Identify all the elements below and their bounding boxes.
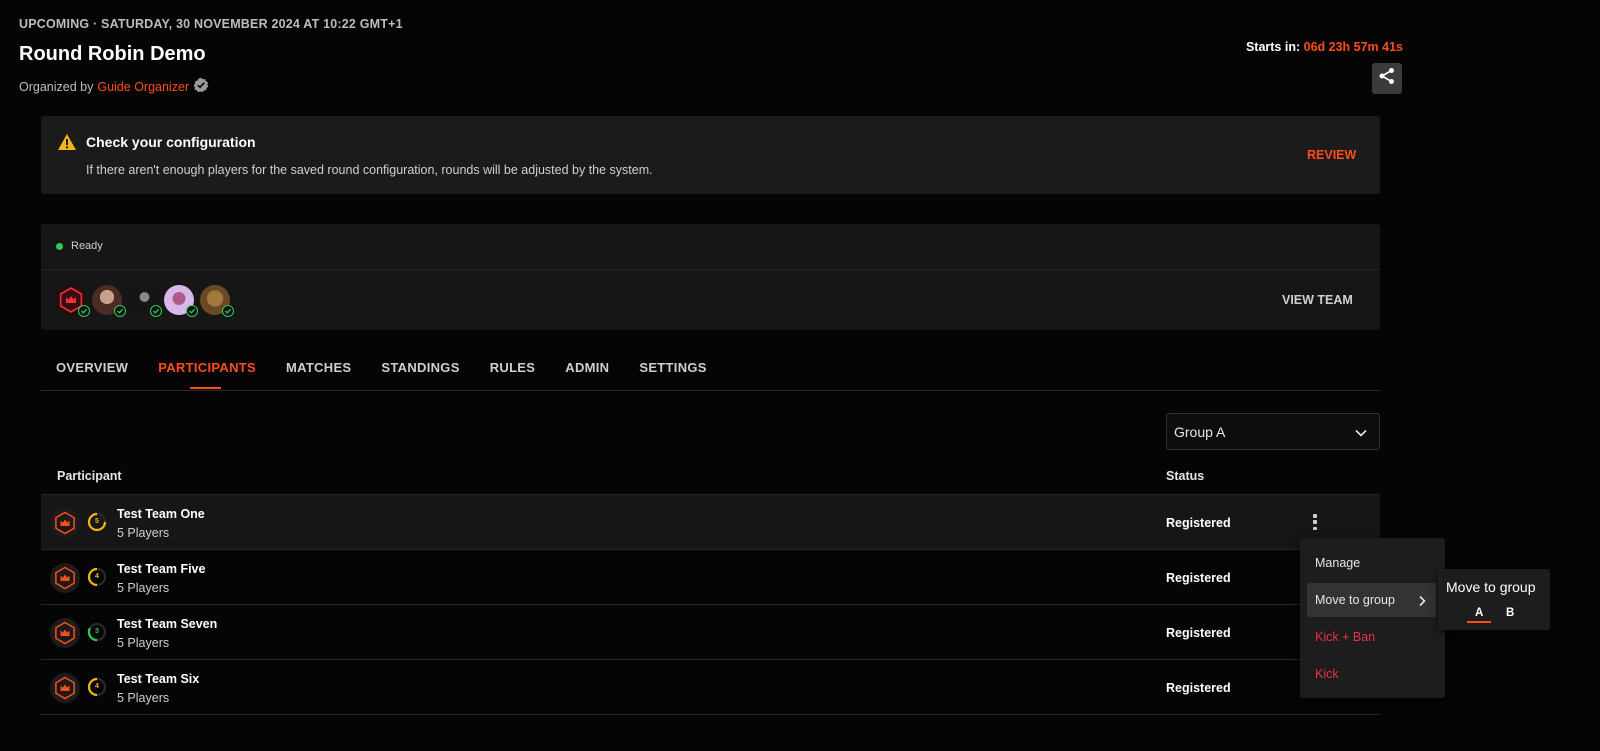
divider bbox=[41, 390, 1380, 391]
my-team-card bbox=[41, 224, 1380, 330]
rank-badge: 5 bbox=[87, 512, 107, 532]
tab-rules[interactable]: RULES bbox=[490, 360, 536, 375]
divider bbox=[41, 714, 1380, 715]
check-icon bbox=[114, 305, 126, 317]
player-avatar[interactable] bbox=[200, 285, 234, 317]
check-icon bbox=[78, 305, 90, 317]
group-option-b[interactable]: B bbox=[1506, 607, 1514, 619]
column-header-status[interactable]: Status bbox=[1166, 469, 1204, 483]
team-logo-icon bbox=[50, 563, 80, 593]
table-row[interactable]: 4 Test Team Six 5 Players Registered bbox=[41, 659, 1380, 714]
participant-status: Registered bbox=[1166, 571, 1231, 585]
participant-status: Registered bbox=[1166, 626, 1231, 640]
countdown-value: 06d 23h 57m 41s bbox=[1303, 40, 1403, 54]
team-logo-icon bbox=[50, 673, 80, 703]
active-tab-indicator bbox=[190, 387, 221, 389]
tab-settings[interactable]: SETTINGS bbox=[639, 360, 706, 375]
player-avatar[interactable] bbox=[164, 285, 198, 317]
check-icon bbox=[186, 305, 198, 317]
participant-players: 5 Players bbox=[117, 636, 170, 650]
selected-group-indicator bbox=[1467, 621, 1491, 623]
participant-players: 5 Players bbox=[117, 691, 170, 705]
tab-admin[interactable]: ADMIN bbox=[565, 360, 609, 375]
page-title: Round Robin Demo bbox=[19, 43, 206, 65]
organizer-link[interactable]: Guide Organizer bbox=[97, 80, 189, 94]
team-logo-icon bbox=[50, 508, 80, 538]
table-row[interactable]: 4 Test Team Five 5 Players Registered bbox=[41, 549, 1380, 604]
rank-value: 4 bbox=[95, 683, 99, 690]
alert-title: Check your configuration bbox=[86, 134, 256, 150]
group-select-value: Group A bbox=[1174, 423, 1226, 440]
menu-item-move-to-group[interactable]: Move to group bbox=[1315, 593, 1395, 607]
share-icon bbox=[1378, 67, 1396, 90]
organizer-line: Organized by Guide Organizer bbox=[19, 77, 209, 96]
move-to-group-submenu: Move to group A B bbox=[1438, 569, 1550, 630]
rank-badge: 3 bbox=[87, 622, 107, 642]
participant-name[interactable]: Test Team Seven bbox=[117, 617, 217, 631]
alert-text: If there aren't enough players for the s… bbox=[86, 163, 653, 177]
rank-value: 4 bbox=[95, 573, 99, 580]
group-select[interactable]: Group A bbox=[1166, 413, 1380, 450]
participant-players: 5 Players bbox=[117, 526, 170, 540]
organized-by-label: Organized by bbox=[19, 79, 94, 94]
starts-in-label: Starts in: bbox=[1245, 40, 1301, 54]
divider bbox=[41, 269, 1380, 270]
chevron-right-icon bbox=[1418, 594, 1426, 612]
participant-players: 5 Players bbox=[117, 581, 170, 595]
verified-icon bbox=[193, 77, 209, 96]
starts-in-countdown: Starts in: 06d 23h 57m 41s bbox=[1246, 40, 1403, 54]
participant-name[interactable]: Test Team Six bbox=[117, 672, 199, 686]
participant-status: Registered bbox=[1166, 681, 1231, 695]
check-icon bbox=[222, 305, 234, 317]
configuration-alert bbox=[41, 116, 1380, 194]
chevron-down-icon bbox=[1355, 424, 1367, 440]
tournament-tabs: OVERVIEW PARTICIPANTS MATCHES STANDINGS … bbox=[56, 360, 707, 375]
tab-matches[interactable]: MATCHES bbox=[286, 360, 351, 375]
ready-status-dot bbox=[56, 243, 63, 250]
more-options-button[interactable] bbox=[1308, 513, 1322, 531]
rank-badge: 4 bbox=[87, 567, 107, 587]
participant-name[interactable]: Test Team One bbox=[117, 507, 205, 521]
participant-name[interactable]: Test Team Five bbox=[117, 562, 205, 576]
menu-item-manage[interactable]: Manage bbox=[1315, 556, 1360, 570]
submenu-title: Move to group bbox=[1446, 579, 1536, 595]
rank-value: 5 bbox=[95, 518, 99, 525]
rank-badge: 4 bbox=[87, 677, 107, 697]
group-option-a[interactable]: A bbox=[1475, 607, 1483, 619]
review-button[interactable]: REVIEW bbox=[1307, 148, 1356, 162]
menu-item-kick-ban[interactable]: Kick + Ban bbox=[1315, 630, 1375, 644]
player-avatar[interactable] bbox=[128, 285, 162, 317]
table-row[interactable]: 3 Test Team Seven 5 Players Registered bbox=[41, 604, 1380, 659]
menu-item-kick[interactable]: Kick bbox=[1315, 667, 1339, 681]
view-team-button[interactable]: VIEW TEAM bbox=[1282, 293, 1353, 307]
rank-value: 3 bbox=[95, 628, 99, 635]
team-logo-icon bbox=[50, 618, 80, 648]
team-members bbox=[56, 285, 234, 317]
check-icon bbox=[150, 305, 162, 317]
column-header-participant[interactable]: Participant bbox=[57, 469, 122, 483]
player-avatar[interactable] bbox=[92, 285, 126, 317]
share-button[interactable] bbox=[1372, 63, 1402, 94]
table-row[interactable]: 5 Test Team One 5 Players Registered bbox=[41, 494, 1380, 549]
warning-icon bbox=[57, 133, 77, 156]
tab-participants[interactable]: PARTICIPANTS bbox=[158, 360, 256, 375]
team-logo-avatar[interactable] bbox=[56, 285, 90, 317]
ready-status-label: Ready bbox=[71, 240, 103, 252]
tab-standings[interactable]: STANDINGS bbox=[381, 360, 459, 375]
tab-overview[interactable]: OVERVIEW bbox=[56, 360, 128, 375]
participant-context-menu: Manage Move to group Kick + Ban Kick bbox=[1300, 538, 1445, 698]
event-status-line: UPCOMING · SATURDAY, 30 NOVEMBER 2024 AT… bbox=[19, 17, 403, 31]
participant-status: Registered bbox=[1166, 516, 1231, 530]
